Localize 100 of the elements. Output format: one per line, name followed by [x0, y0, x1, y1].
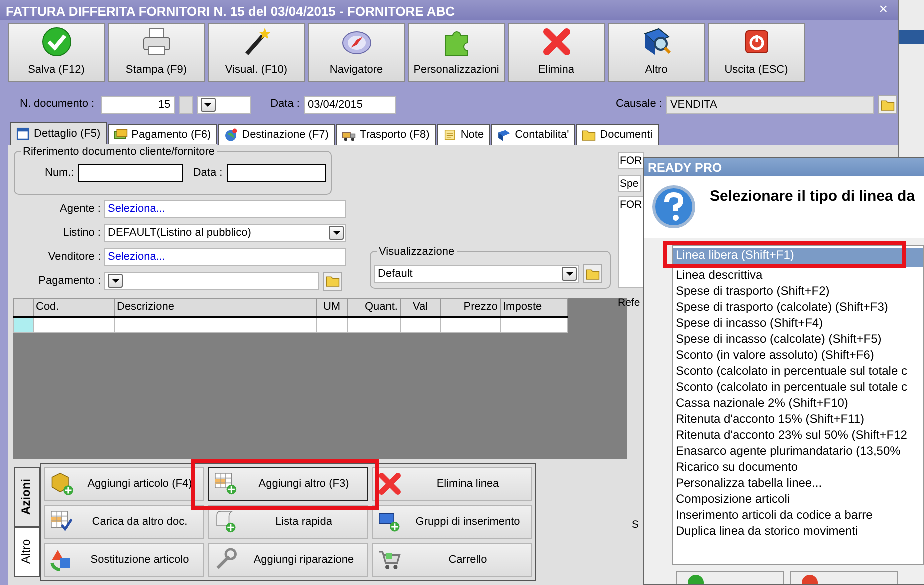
list-item[interactable]: Ritenuta d'acconto 23% sul 50% (Shift+F12	[673, 427, 923, 443]
list-item[interactable]: Duplica linea da storico movimenti	[673, 523, 923, 539]
dropdown-field[interactable]	[104, 272, 319, 290]
list-item[interactable]: Inserimento articoli da codice a barre	[673, 507, 923, 523]
cube-plus-icon	[49, 471, 75, 497]
side-tab[interactable]: Altro	[14, 527, 40, 577]
cross-icon	[540, 26, 572, 58]
window-title: FATTURA DIFFERITA FORNITORI N. 15 del 03/04/2015 - FORNITORE ABC	[6, 3, 456, 18]
table-cell	[500, 316, 568, 332]
tab[interactable]: Dettaglio (F5)	[10, 122, 107, 145]
table-cell	[316, 316, 348, 332]
partial-field: Spe	[618, 175, 641, 192]
list-item[interactable]: Ricarico su documento	[673, 459, 923, 475]
folder-icon	[586, 266, 600, 280]
list-item[interactable]: Composizione articoli	[673, 491, 923, 507]
action-button[interactable]: Aggiungi altro (F3)	[208, 467, 368, 501]
folder-icon	[582, 128, 596, 142]
causale-label: Causale :	[616, 97, 662, 112]
tab[interactable]: Contabilita'	[491, 124, 576, 145]
dropdown-field[interactable]: DEFAULT(Listino al pubblico)	[104, 224, 346, 242]
action-button[interactable]: Carrello	[372, 543, 532, 577]
toolbar-button[interactable]: Salva (F12)	[8, 23, 105, 82]
toolbar-button[interactable]: Navigatore	[308, 23, 405, 82]
field-label: Pagamento :	[38, 274, 102, 289]
action-button[interactable]: Aggiungi articolo (F4)	[44, 467, 204, 501]
column-header	[14, 298, 34, 316]
document-number-field[interactable]: 15	[100, 96, 175, 114]
column-header: Imposte	[500, 298, 568, 316]
folder-icon	[326, 274, 340, 288]
tab[interactable]: Pagamento (F6)	[108, 124, 218, 145]
note-icon	[442, 128, 457, 142]
toolbar-button[interactable]: Stampa (F9)	[108, 23, 205, 82]
partial-memo: FOR	[618, 196, 644, 288]
field-label: Agente :	[59, 202, 102, 217]
printer-icon	[140, 26, 172, 58]
calendar-icon	[16, 127, 30, 141]
toolbar-button[interactable]: Altro	[608, 23, 705, 82]
dialog-title: READY PRO	[644, 158, 924, 176]
folder-button[interactable]	[878, 95, 898, 114]
date-label: Data :	[193, 166, 223, 181]
list-item[interactable]: Sconto (calcolato in percentuale sul totale c	[673, 363, 923, 379]
dialog-message: Selezionare il tipo di linea da	[710, 186, 916, 207]
column-header: Val	[400, 298, 440, 316]
tab[interactable]: Destinazione (F7)	[218, 124, 335, 145]
list-item[interactable]: Ritenuta d'acconto 15% (Shift+F11)	[673, 411, 923, 427]
list-item[interactable]: Spese di incasso (Shift+F4)	[673, 315, 923, 331]
document-number-label: N. documento :	[20, 97, 95, 112]
line-type-list[interactable]	[672, 245, 924, 565]
causale-field[interactable]: VENDITA	[666, 96, 874, 114]
toolbar-button[interactable]: Visual. (F10)	[208, 23, 305, 82]
toolbar-button[interactable]: Elimina	[508, 23, 605, 82]
list-item[interactable]: Sconto (in valore assoluto) (Shift+F6)	[673, 347, 923, 363]
list-item[interactable]: Personalizza tabella linee...	[673, 475, 923, 491]
column-header: Prezzo	[440, 298, 500, 316]
column-header: Descrizione	[114, 298, 316, 316]
date-field[interactable]: 03/04/2015	[304, 96, 396, 114]
date-field[interactable]	[226, 164, 326, 182]
field-label: Venditore :	[47, 250, 102, 265]
cross-icon	[377, 471, 403, 497]
action-button[interactable]: Carica da altro doc.	[44, 505, 204, 539]
list-item[interactable]: Spese di trasporto (Shift+F2)	[673, 283, 923, 299]
action-button[interactable]: Elimina linea	[372, 467, 532, 501]
table-cell	[440, 316, 500, 332]
list-item[interactable]: Spese di trasporto (calcolate) (Shift+F3)	[673, 299, 923, 315]
column-header: Quant.	[348, 298, 400, 316]
action-button[interactable]: Sostituzione articolo	[44, 543, 204, 577]
small-button[interactable]	[178, 96, 193, 114]
num-label: Num.:	[45, 166, 74, 181]
toolbar-button[interactable]: Personalizzazioni	[408, 23, 505, 82]
partial-label: Refe	[618, 296, 640, 311]
date-label: Data :	[270, 97, 300, 112]
select-field[interactable]: Seleziona...	[104, 248, 346, 266]
partial-field: FOR	[618, 152, 644, 169]
column-header: Cod.	[34, 298, 114, 316]
question-icon	[652, 185, 696, 229]
num-field[interactable]	[78, 164, 184, 182]
table-cell	[348, 316, 400, 332]
list-item[interactable]: Linea descrittiva	[673, 267, 923, 283]
tab[interactable]: Note	[436, 124, 490, 145]
grid-plus-icon	[213, 471, 239, 497]
action-button[interactable]: Gruppi di inserimento	[372, 505, 532, 539]
table-cell	[400, 316, 440, 332]
tab[interactable]: Documenti	[576, 124, 659, 145]
folder-button[interactable]	[583, 264, 602, 283]
folder-button[interactable]	[323, 272, 342, 290]
tab[interactable]: Trasporto (F8)	[336, 124, 436, 145]
list-item[interactable]: Sconto (calcolato in percentuale sul totale c	[673, 379, 923, 395]
select-field[interactable]: Seleziona...	[104, 200, 346, 218]
field-label: Listino :	[62, 226, 102, 241]
partial-label: S	[632, 518, 640, 534]
globe-icon	[224, 128, 238, 142]
list-item[interactable]: Cassa nazionale 2% (Shift+F10)	[673, 395, 923, 411]
check-icon	[40, 26, 72, 58]
list-item[interactable]: Enasarco agente plurimandatario (13,50%	[673, 443, 923, 459]
toolbar-button[interactable]: Uscita (ESC)	[708, 23, 805, 82]
side-tab[interactable]: Azioni	[14, 467, 40, 527]
series-dropdown[interactable]	[196, 96, 251, 114]
list-item[interactable]: Spese di incasso (calcolate) (Shift+F5)	[673, 331, 923, 347]
action-button[interactable]: Aggiungi riparazione	[208, 543, 368, 577]
display-dropdown[interactable]: Default	[374, 264, 579, 282]
